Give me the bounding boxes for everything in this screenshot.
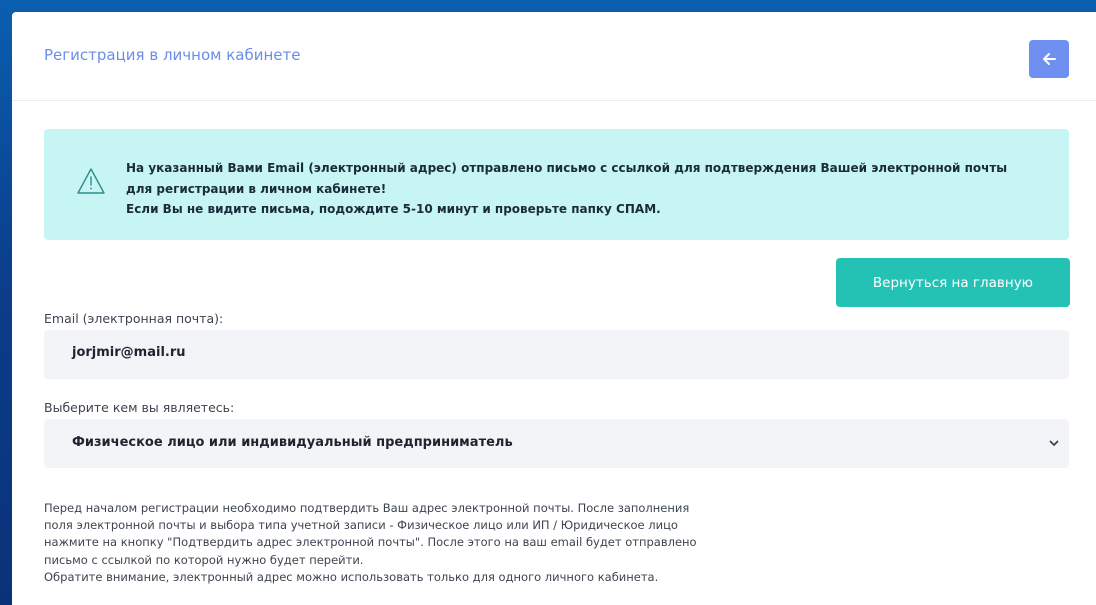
email-value: jorjmir@mail.ru	[72, 345, 186, 360]
info-line: Перед началом регистрации необходимо под…	[44, 501, 690, 515]
alert-line: для регистрации в личном кабинете!	[126, 181, 387, 196]
account-type-select[interactable]: Физическое лицо или индивидуальный предп…	[44, 419, 1069, 468]
account-type-label: Выберите кем вы являетесь:	[44, 400, 235, 415]
registration-card: Регистрация в личном кабинете На указанн…	[12, 12, 1096, 605]
info-line: нажмите на кнопку "Подтвердить адрес эле…	[44, 535, 697, 550]
account-type-selected: Физическое лицо или индивидуальный предп…	[72, 435, 513, 450]
back-button[interactable]	[1029, 40, 1069, 78]
email-field[interactable]: jorjmir@mail.ru	[44, 330, 1069, 379]
info-line: письмо с ссылкой по которой нужно будет …	[44, 552, 364, 567]
alert-line: На указанный Вами Email (электронный адр…	[126, 161, 1008, 175]
card-header: Регистрация в личном кабинете	[12, 12, 1096, 101]
arrow-left-icon	[1043, 53, 1056, 65]
registration-info: Перед началом регистрации необходимо под…	[44, 500, 824, 586]
return-home-button[interactable]: Вернуться на главную	[836, 258, 1070, 307]
warning-triangle-icon	[77, 168, 105, 194]
alert-line: Если Вы не видите письма, подождите 5-10…	[126, 202, 661, 216]
info-line: Обратите внимание, электронный адрес мож…	[44, 569, 659, 584]
email-label: Email (электронная почта):	[44, 311, 224, 326]
alert-message: На указанный Вами Email (электронный адр…	[126, 158, 1056, 220]
confirmation-alert: На указанный Вами Email (электронный адр…	[44, 129, 1069, 240]
info-line: поля электронной почты и выбора типа уче…	[44, 518, 678, 533]
page-title: Регистрация в личном кабинете	[44, 46, 301, 64]
chevron-down-icon	[1049, 440, 1059, 446]
